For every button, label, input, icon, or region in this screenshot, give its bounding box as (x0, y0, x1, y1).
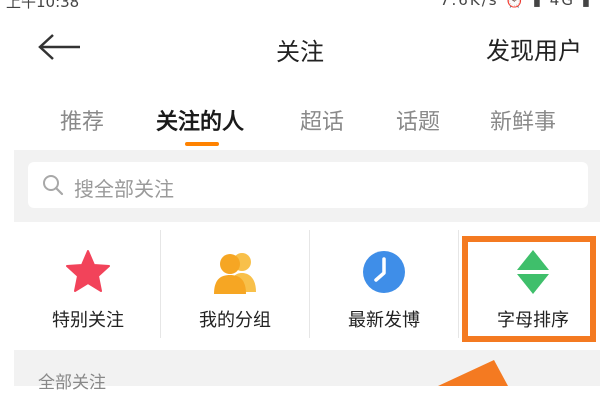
highlight-box (462, 236, 596, 342)
latest-posts-label: 最新发博 (348, 310, 420, 331)
tab-bar: 推荐 关注的人 超话 话题 新鲜事 (0, 82, 600, 150)
search-area: 搜全部关注 (14, 150, 600, 222)
nav-bar: 关注 发现用户 (0, 10, 600, 82)
search-icon (43, 175, 64, 196)
my-groups-label: 我的分组 (199, 310, 271, 331)
pointer-arrow-icon (438, 360, 508, 386)
my-groups-button[interactable]: 我的分组 (161, 222, 309, 346)
special-follow-label: 特别关注 (52, 310, 124, 331)
active-tab-indicator (185, 142, 219, 146)
status-time: 上午10:38 (6, 0, 80, 10)
status-icons: 7.6K/s ⏰ ▮ 4G ▮ (440, 0, 592, 9)
latest-posts-button[interactable]: 最新发博 (310, 222, 458, 346)
section-header: 全部关注 (14, 350, 600, 393)
tab-super-topic[interactable]: 超话 (300, 104, 344, 136)
discover-users-link[interactable]: 发现用户 (486, 31, 582, 66)
clock-icon (363, 251, 405, 293)
tab-news[interactable]: 新鲜事 (490, 104, 556, 136)
status-bar: 上午10:38 7.6K/s ⏰ ▮ 4G ▮ (0, 0, 600, 10)
tab-topics[interactable]: 话题 (396, 104, 440, 136)
tab-recommend[interactable]: 推荐 (60, 104, 104, 136)
search-input[interactable]: 搜全部关注 (28, 162, 588, 208)
group-icon (214, 253, 256, 294)
special-follow-button[interactable]: 特别关注 (14, 222, 162, 346)
tab-following[interactable]: 关注的人 (156, 104, 244, 136)
search-placeholder: 搜全部关注 (74, 177, 174, 201)
section-label: 全部关注 (38, 373, 106, 393)
star-icon (66, 250, 110, 292)
